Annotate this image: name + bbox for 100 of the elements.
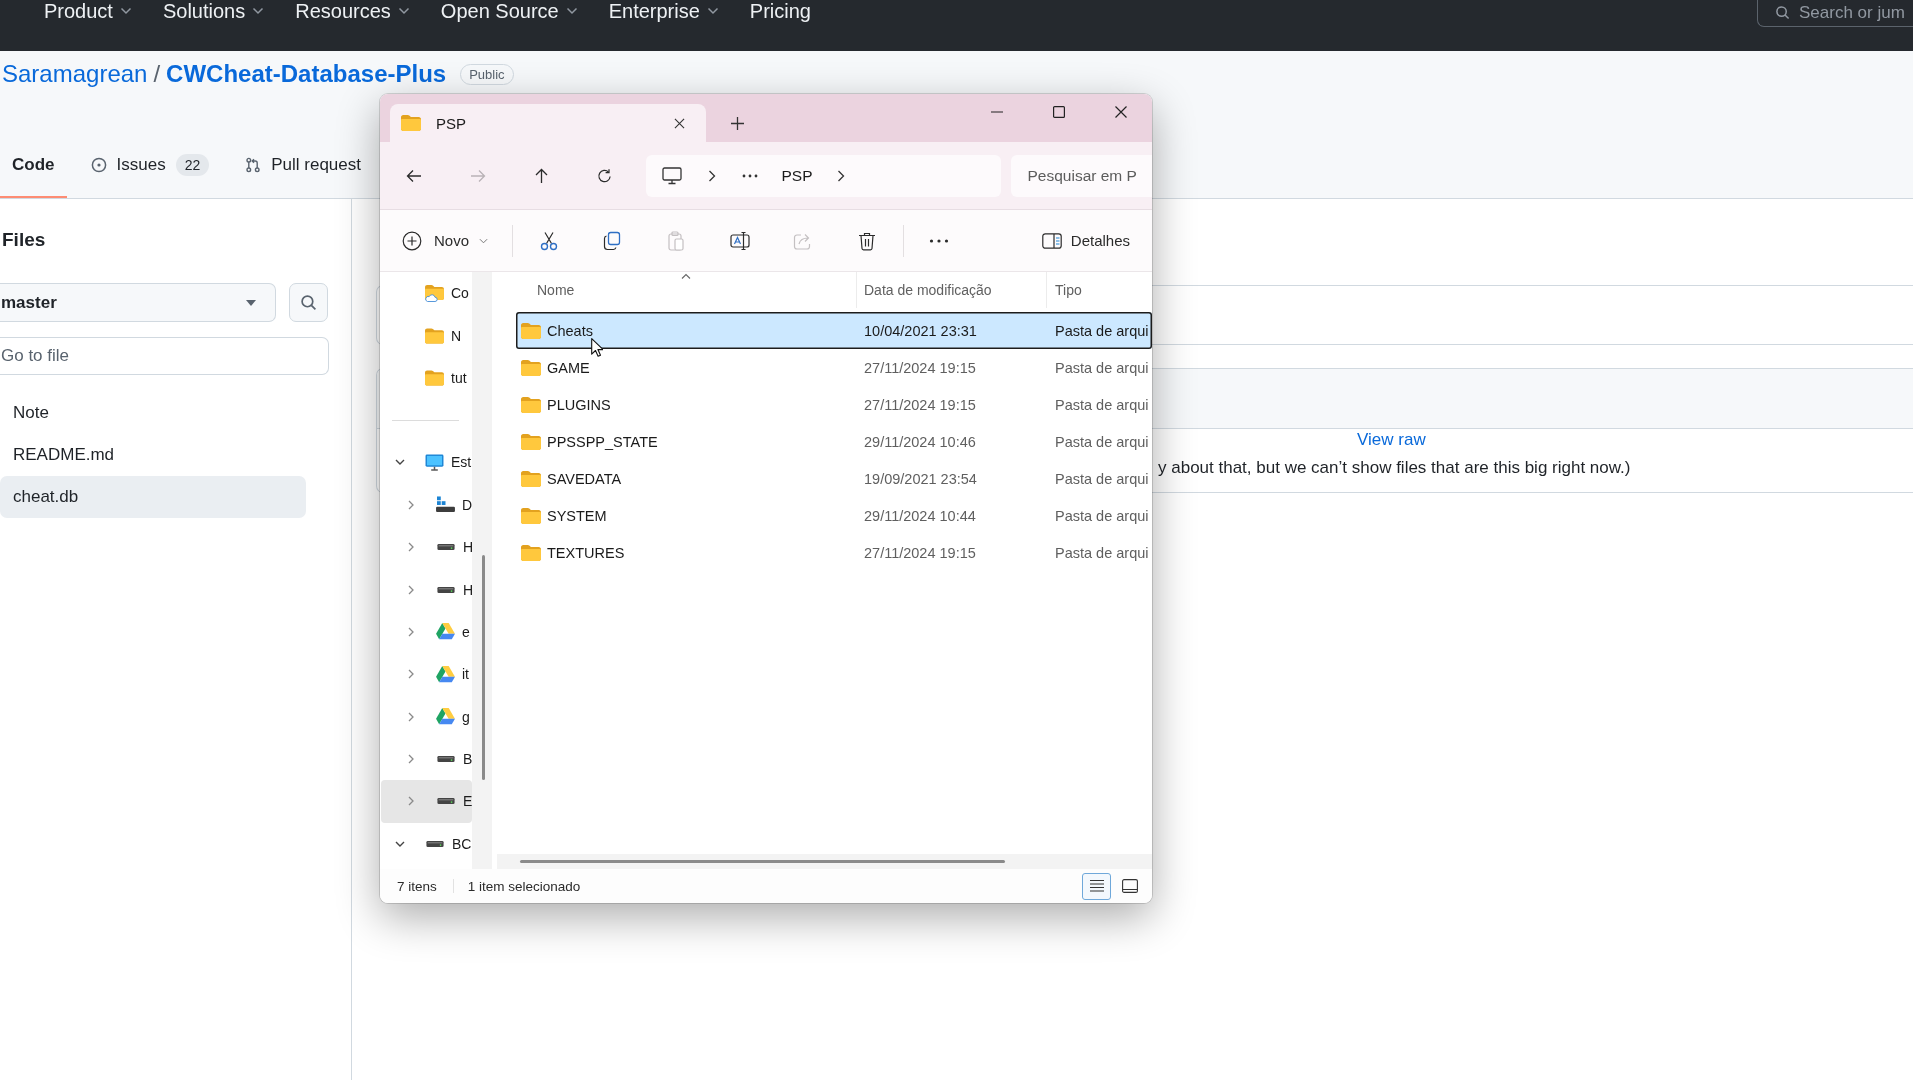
search-button[interactable] xyxy=(289,283,328,322)
chevron-down-icon xyxy=(565,7,578,15)
file-tree-item[interactable]: cheat.db xyxy=(0,476,306,518)
column-header[interactable]: Tipo xyxy=(1047,272,1152,308)
maximize-icon xyxy=(1053,106,1065,118)
navigation-pane-item[interactable]: BC xyxy=(381,822,472,866)
plus-icon xyxy=(730,116,744,130)
breadcrumb-segment[interactable]: PSP xyxy=(781,166,813,185)
repo-tab[interactable]: Code xyxy=(0,142,67,198)
repo-owner-link[interactable]: Saramagrean xyxy=(2,60,148,88)
modified-date: 10/04/2021 23:31 xyxy=(863,322,978,339)
file-name: PLUGINS xyxy=(547,396,611,413)
nav-menu-item[interactable]: Resources xyxy=(295,0,410,22)
file-name: TEXTURES xyxy=(547,544,625,561)
details-pane-icon xyxy=(1041,232,1062,249)
search-field[interactable]: Pesquisar em P xyxy=(1010,154,1152,197)
new-button[interactable]: Novo xyxy=(394,220,497,261)
chevron-down-icon xyxy=(252,7,265,15)
navigation-pane-item[interactable]: tut xyxy=(381,356,472,400)
nav-menu-item[interactable]: Enterprise xyxy=(608,0,719,22)
branch-dropdown[interactable]: master xyxy=(0,283,276,322)
details-button[interactable]: Detalhes xyxy=(1035,220,1136,261)
folder-icon xyxy=(521,322,541,339)
chevron-right-icon xyxy=(836,169,845,182)
file-row[interactable]: TEXTURES 27/11/2024 19:15 Pasta de arqui xyxy=(516,534,1152,571)
modified-date: 27/11/2024 19:15 xyxy=(863,359,977,376)
close-icon xyxy=(1115,106,1127,118)
file-row[interactable]: Cheats 10/04/2021 23:31 Pasta de arqui xyxy=(516,312,1152,349)
folder-icon xyxy=(425,327,444,344)
monitor-icon xyxy=(661,166,682,185)
navigation-pane-item[interactable]: e xyxy=(381,610,472,654)
navigation-pane-item[interactable]: B xyxy=(381,737,472,781)
file-type: Pasta de arqui xyxy=(1054,544,1149,561)
navigation-pane-item[interactable]: H xyxy=(381,525,472,569)
nav-menu-item[interactable]: Solutions xyxy=(162,0,265,22)
navigation-pane-item[interactable]: Est xyxy=(381,441,472,484)
navigation-pane-item[interactable]: Co xyxy=(381,272,472,315)
modified-date: 19/09/2021 23:54 xyxy=(863,470,978,487)
file-row[interactable]: SYSTEM 29/11/2024 10:44 Pasta de arqui xyxy=(516,497,1152,534)
modified-date: 27/11/2024 19:15 xyxy=(863,544,977,561)
column-header[interactable]: Data de modificação xyxy=(857,272,1047,308)
navigation-pane-item[interactable]: D xyxy=(381,483,472,526)
file-row[interactable]: GAME 27/11/2024 19:15 Pasta de arqui xyxy=(516,349,1152,386)
plus-circle-icon xyxy=(402,230,422,251)
chevron-down-icon xyxy=(119,7,132,15)
chevron-down-icon xyxy=(397,7,410,15)
folder-icon xyxy=(425,369,444,386)
view-raw-link[interactable]: View raw xyxy=(1357,429,1426,451)
window-tab[interactable]: PSP xyxy=(390,104,706,142)
ellipsis-icon[interactable] xyxy=(741,173,758,178)
count-badge: 22 xyxy=(175,154,210,176)
file-tree-item[interactable]: Note xyxy=(0,392,306,434)
file-name: SYSTEM xyxy=(547,507,607,524)
scrollbar-thumb[interactable] xyxy=(520,860,1005,863)
details-view-button[interactable] xyxy=(1082,872,1111,900)
folder-icon xyxy=(401,115,421,131)
minimize-icon xyxy=(991,111,1003,113)
drive-icon xyxy=(437,544,455,551)
file-name: GAME xyxy=(547,359,590,376)
cloud-folder-icon xyxy=(425,284,444,302)
file-row[interactable]: SAVEDATA 19/09/2021 23:54 Pasta de arqui xyxy=(516,460,1152,497)
address-bar[interactable]: PSP xyxy=(645,154,1001,197)
go-to-file-field[interactable]: Go to file xyxy=(0,337,329,375)
modified-date: 29/11/2024 10:44 xyxy=(863,507,977,524)
folder-icon xyxy=(521,433,541,450)
nav-menu-item[interactable]: Product xyxy=(44,0,132,22)
scrollbar-thumb[interactable] xyxy=(482,555,485,780)
large-icons-view-icon xyxy=(1121,879,1138,893)
folder-icon xyxy=(521,507,541,524)
sort-caret-icon xyxy=(681,273,691,279)
search-icon xyxy=(1775,5,1790,20)
file-tree-item[interactable]: README.md xyxy=(0,434,306,476)
nav-menu-item[interactable]: Pricing xyxy=(749,0,811,22)
nav-menu-item[interactable]: Open Source xyxy=(440,0,578,22)
item-count: 7 itens xyxy=(397,878,437,894)
navigation-pane-item[interactable]: N xyxy=(381,314,472,357)
search-field[interactable]: Search or jum xyxy=(1757,0,1913,27)
navigation-pane-item[interactable]: E xyxy=(381,780,472,823)
navigation-pane-item[interactable]: it xyxy=(381,653,472,696)
column-header[interactable]: Nome xyxy=(516,272,857,308)
network-drive-icon xyxy=(436,496,455,514)
file-type: Pasta de arqui xyxy=(1054,470,1149,487)
clipboard-icon xyxy=(666,230,686,251)
copy-icon xyxy=(602,230,623,251)
file-row[interactable]: PPSSPP_STATE 29/11/2024 10:46 Pasta de arqui xyxy=(516,423,1152,460)
file-type: Pasta de arqui xyxy=(1054,396,1149,413)
arrow-up-icon xyxy=(533,167,549,184)
path-separator: / xyxy=(153,60,161,88)
repo-tab[interactable]: Issues 22 xyxy=(78,142,222,198)
file-name: SAVEDATA xyxy=(547,470,622,487)
navigation-pane-item[interactable]: H xyxy=(381,568,472,611)
modified-date: 27/11/2024 19:15 xyxy=(863,396,977,413)
file-type: Pasta de arqui xyxy=(1054,507,1149,524)
navigation-pane-item[interactable]: g xyxy=(381,695,472,738)
file-row[interactable]: PLUGINS 27/11/2024 19:15 Pasta de arqui xyxy=(516,386,1152,423)
repo-tab[interactable]: Pull request xyxy=(233,142,373,198)
folder-icon xyxy=(521,470,541,487)
repo-name-link[interactable]: CWCheat-Database-Plus xyxy=(166,60,447,88)
scissors-icon xyxy=(538,230,559,251)
sidebar-title: Files xyxy=(2,229,47,251)
